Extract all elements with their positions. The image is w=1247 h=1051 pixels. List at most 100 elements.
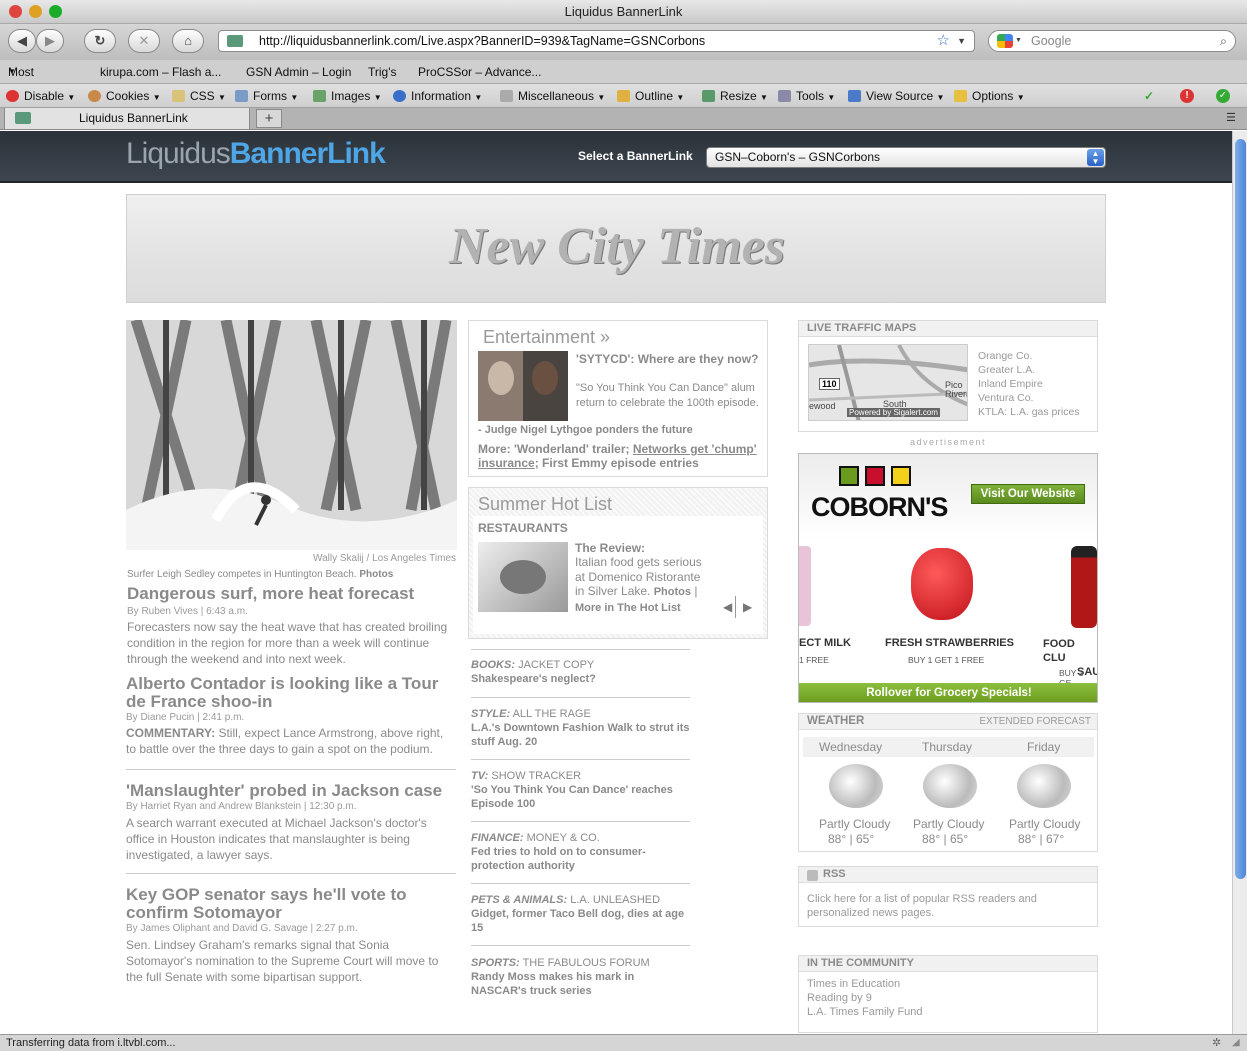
hotlist-title[interactable]: Summer Hot List: [478, 494, 612, 515]
photo-credit: Wally Skalij / Los Angeles Times: [313, 553, 457, 564]
dev-resize[interactable]: Resize ▼: [702, 84, 768, 110]
restaurant-photo[interactable]: [478, 542, 568, 612]
weather-day-wed: Wednesday: [819, 740, 883, 754]
tab-liquidus-bannerlink[interactable]: Liquidus BannerLink: [4, 108, 250, 130]
tab-favicon-icon: [15, 112, 31, 124]
resize-grip-icon[interactable]: ◢: [1232, 1035, 1240, 1051]
lead-photo[interactable]: [126, 320, 457, 550]
weather-temp-fri: 88° | 67°: [1018, 832, 1065, 846]
url-history-dropdown-icon[interactable]: ▼: [957, 31, 966, 51]
address-bar[interactable]: http://liquidusbannerlink.com/Live.aspx?…: [218, 30, 975, 52]
stop-button[interactable]: ✕: [128, 29, 160, 53]
search-field[interactable]: ▼ Google ⌕: [988, 30, 1236, 52]
entertainment-title[interactable]: Entertainment »: [483, 327, 610, 348]
traffic-link-gas[interactable]: KTLA: L.A. gas prices: [978, 405, 1080, 419]
dev-options[interactable]: Options ▼: [954, 84, 1025, 110]
back-button[interactable]: ◀: [8, 29, 36, 53]
dev-outline[interactable]: Outline ▼: [617, 84, 684, 110]
css-valid-check-icon[interactable]: ✓: [1144, 84, 1154, 108]
bookmark-gsn-admin[interactable]: GSN Admin – Login: [246, 60, 351, 84]
select-arrows-icon: ▲ ▼: [1087, 149, 1104, 166]
traffic-link-orange[interactable]: Orange Co.: [978, 349, 1080, 363]
visit-website-button[interactable]: Visit Our Website: [971, 484, 1085, 504]
reload-button[interactable]: ↻: [84, 29, 116, 53]
traffic-link-inland[interactable]: Inland Empire: [978, 377, 1080, 391]
section-sports[interactable]: SPORTS: THE FABULOUS FORUM Randy Moss mak…: [471, 956, 690, 998]
section-books[interactable]: BOOKS: JACKET COPY Shakespeare's neglect?: [471, 658, 690, 686]
vertical-scrollbar[interactable]: [1232, 131, 1247, 1034]
hotlist-next-icon[interactable]: ▶: [743, 600, 752, 614]
lead-headline[interactable]: Dangerous surf, more heat forecast: [127, 585, 457, 603]
story-body-jackson: A search warrant executed at Michael Jac…: [126, 816, 427, 862]
traffic-link-ventura[interactable]: Ventura Co.: [978, 391, 1080, 405]
entertainment-headline[interactable]: 'SYTYCD': Where are they now?: [576, 352, 761, 366]
dev-view-source[interactable]: View Source ▼: [848, 84, 944, 110]
dev-css[interactable]: CSS ▼: [172, 84, 226, 110]
section-tv[interactable]: TV: SHOW TRACKER 'So You Think You Can Da…: [471, 769, 690, 811]
dev-information[interactable]: Information ▼: [393, 84, 482, 110]
traffic-link-greater-la[interactable]: Greater L.A.: [978, 363, 1080, 377]
story-divider: [126, 873, 456, 874]
community-link-reading[interactable]: Reading by 9: [807, 991, 923, 1005]
bookmark-star-icon[interactable]: ☆: [937, 31, 950, 51]
bannerlink-select[interactable]: GSN–Coborn's – GSNCorbons ▲ ▼: [706, 147, 1106, 168]
ad-item-milk: ECT MILK: [799, 637, 851, 649]
hotlist-prev-icon[interactable]: ◀: [723, 600, 732, 614]
home-button[interactable]: ⌂: [172, 29, 204, 53]
pier-surfer-image: [126, 320, 457, 550]
extended-forecast-link[interactable]: EXTENDED FORECAST: [979, 716, 1091, 727]
outline-pencil-icon: [617, 90, 630, 102]
zoom-window-icon[interactable]: [49, 5, 62, 18]
weather-day-fri: Friday: [1027, 740, 1061, 754]
section-pets[interactable]: PETS & ANIMALS: L.A. UNLEASHED Gidget, fo…: [471, 893, 690, 935]
valid-status-icon[interactable]: ✓: [1216, 89, 1230, 103]
lead-body: Forecasters now say the heat wave that h…: [127, 620, 448, 666]
section-finance[interactable]: FINANCE: MONEY & CO. Fed tries to hold on…: [471, 831, 690, 873]
rollover-specials-banner[interactable]: Rollover for Grocery Specials!: [799, 683, 1097, 702]
lead-byline: By Ruben Vives | 6:43 a.m.: [127, 606, 248, 617]
entertainment-more: More: 'Wonderland' trailer; Networks get…: [478, 442, 757, 470]
entertainment-sub[interactable]: - Judge Nigel Lythgoe ponders the future: [478, 424, 693, 436]
minimize-window-icon[interactable]: [29, 5, 42, 18]
community-link-family-fund[interactable]: L.A. Times Family Fund: [807, 1005, 923, 1019]
disable-icon: [6, 90, 19, 102]
forward-button[interactable]: ▶: [36, 29, 64, 53]
traffic-map[interactable]: 110 PicoRivera ewood South Powered by Si…: [808, 344, 968, 421]
photos-link[interactable]: Photos: [359, 569, 393, 580]
dev-miscellaneous[interactable]: Miscellaneous ▼: [500, 84, 605, 110]
dev-tools[interactable]: Tools ▼: [778, 84, 835, 110]
weather-cond-thu: Partly Cloudy: [913, 817, 985, 831]
bannerlink-header: LiquidusBannerLink Select a BannerLink G…: [0, 131, 1232, 183]
coborns-ad[interactable]: COBORN'S Visit Our Website ECT MILK 1 FR…: [798, 453, 1098, 703]
search-magnifier-icon[interactable]: ⌕: [1220, 31, 1227, 51]
new-tab-button[interactable]: +: [256, 109, 282, 128]
story-headline-sotomayor[interactable]: Key GOP senator says he'll vote to confi…: [126, 886, 456, 922]
dev-forms[interactable]: Forms ▼: [235, 84, 298, 110]
reload-icon: ↻: [94, 33, 106, 48]
close-window-icon[interactable]: [9, 5, 22, 18]
error-status-icon[interactable]: !: [1180, 89, 1194, 103]
scrollbar-thumb[interactable]: [1235, 139, 1246, 879]
bookmark-trigs[interactable]: Trig's: [368, 60, 397, 84]
community-box: IN THE COMMUNITY Times in Education Read…: [798, 955, 1098, 1033]
hotlist-photos-link[interactable]: Photos: [654, 586, 691, 598]
hotlist-box: Summer Hot List RESTAURANTS The Review: …: [468, 487, 768, 639]
dev-images[interactable]: Images ▼: [313, 84, 382, 110]
tab-list-icon[interactable]: ☰: [1226, 111, 1236, 124]
community-link-education[interactable]: Times in Education: [807, 977, 923, 991]
dev-cookies[interactable]: Cookies ▼: [88, 84, 161, 110]
story-divider: [126, 769, 456, 770]
section-style[interactable]: STYLE: ALL THE RAGE L.A.'s Downtown Fashi…: [471, 707, 690, 749]
hotlist-more-link[interactable]: More in The Hot List: [575, 602, 681, 614]
sytycd-photo[interactable]: [478, 351, 568, 421]
story-headline-contador[interactable]: Alberto Contador is looking like a Tour …: [126, 675, 456, 711]
story-headline-jackson[interactable]: 'Manslaughter' probed in Jackson case: [126, 782, 456, 800]
bannerlink-logo[interactable]: LiquidusBannerLink: [126, 137, 386, 171]
bookmark-kirupa[interactable]: kirupa.com – Flash a...: [100, 60, 221, 84]
rss-text[interactable]: Click here for a list of popular RSS rea…: [807, 892, 1087, 920]
bookmark-procssor[interactable]: ProCSSor – Advance...: [418, 60, 541, 84]
dev-disable[interactable]: Disable ▼: [6, 84, 75, 110]
engine-dropdown-icon[interactable]: ▼: [1015, 31, 1022, 51]
google-engine-icon[interactable]: [997, 34, 1013, 48]
hotlist-lead[interactable]: The Review:: [575, 541, 645, 555]
